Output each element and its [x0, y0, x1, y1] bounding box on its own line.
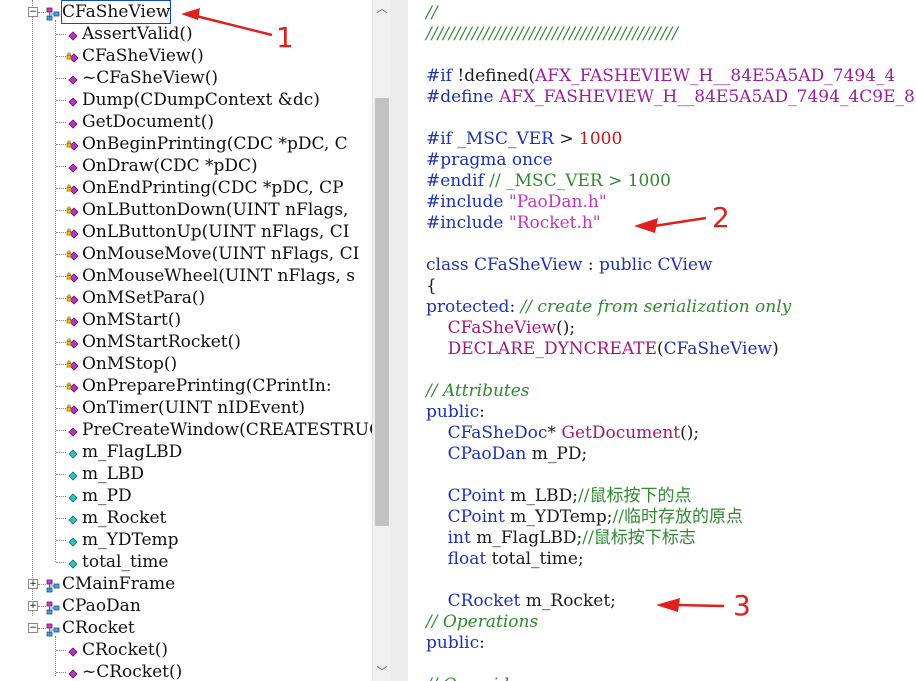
annotation-label-3: 3	[733, 589, 751, 622]
annotation-label-1: 1	[276, 21, 294, 54]
annotation-label-2: 2	[712, 201, 730, 234]
annotation-arrow-1	[181, 8, 725, 612]
